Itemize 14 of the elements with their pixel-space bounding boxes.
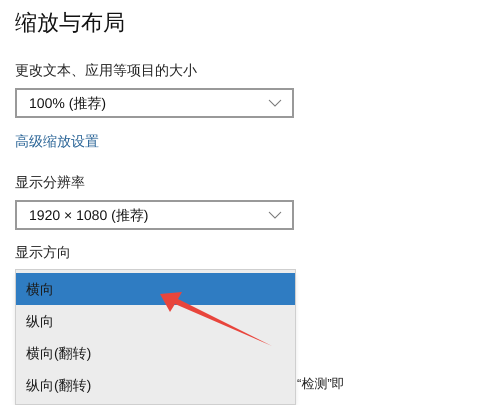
chevron-down-icon: [268, 99, 282, 107]
advanced-scaling-link[interactable]: 高级缩放设置: [15, 131, 99, 152]
setting-label: 更改文本、应用等项目的大小: [15, 61, 198, 80]
page-title: 缩放与布局: [15, 9, 126, 37]
menu-option[interactable]: 横向(翻转): [16, 337, 295, 369]
setting-label: 显示分辨率: [15, 173, 86, 192]
dropdown[interactable]: 100% (推荐): [15, 88, 294, 118]
setting-label: 显示方向: [15, 243, 72, 262]
chevron-down-icon: [268, 211, 282, 219]
body-text: “检测”即: [297, 374, 345, 392]
menu-option[interactable]: 纵向: [16, 305, 295, 337]
menu-option[interactable]: 纵向(翻转): [16, 369, 295, 401]
menu-option[interactable]: 横向: [16, 273, 295, 305]
dropdown[interactable]: 1920 × 1080 (推荐): [15, 200, 294, 230]
